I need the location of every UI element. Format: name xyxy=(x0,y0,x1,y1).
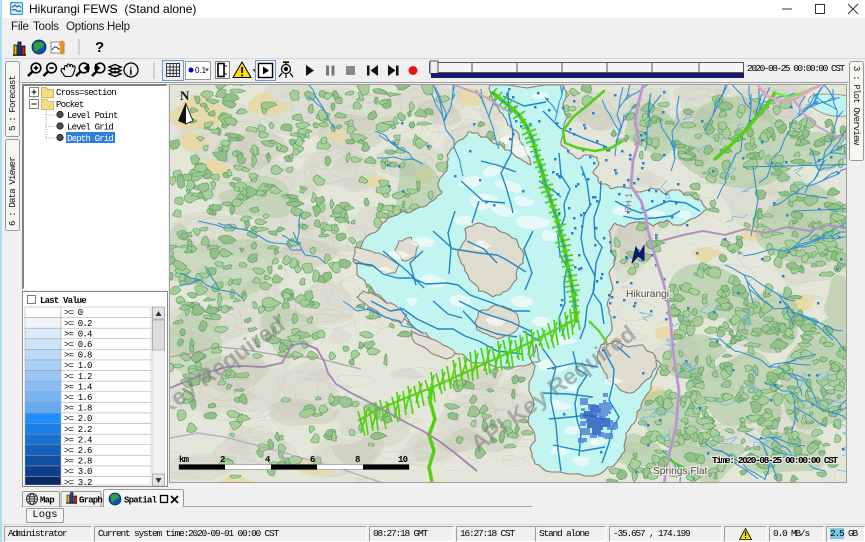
svg-text:>= 2.2: >= 2.2 xyxy=(64,425,92,435)
svg-text:>= 0.2: >= 0.2 xyxy=(64,319,92,329)
svg-text:>= 2.4: >= 2.4 xyxy=(64,435,92,445)
svg-text:>= 3.0: >= 3.0 xyxy=(64,467,92,477)
svg-text:>= 0: >= 0 xyxy=(64,308,83,318)
svg-text:>= 2.6: >= 2.6 xyxy=(64,446,92,456)
svg-text:Spatial: Spatial xyxy=(124,496,158,506)
svg-text:Level Point: Level Point xyxy=(67,111,118,121)
svg-text:Cross=section: Cross=section xyxy=(56,88,116,98)
svg-text:2020-08-25 00:00:00 CST: 2020-08-25 00:00:00 CST xyxy=(747,63,845,74)
svg-text:8: 8 xyxy=(355,455,360,465)
svg-text:km: km xyxy=(179,455,190,465)
svg-text:6 : Data Viewer: 6 : Data Viewer xyxy=(8,157,18,226)
svg-text:Level Grid: Level Grid xyxy=(67,123,113,133)
svg-text:10: 10 xyxy=(398,455,408,465)
svg-text:SH 1: SH 1 xyxy=(623,193,634,213)
svg-text:Graph: Graph xyxy=(79,496,102,506)
svg-text:>= 3.2: >= 3.2 xyxy=(64,478,92,486)
svg-text:N: N xyxy=(180,88,190,103)
svg-text:Time: 2020-08-25 00:00:00 CST: Time: 2020-08-25 00:00:00 CST xyxy=(712,455,838,466)
svg-text:0.1: 0.1 xyxy=(195,66,207,75)
svg-text:>= 2.0: >= 2.0 xyxy=(64,414,92,424)
svg-text:>= 2.8: >= 2.8 xyxy=(64,457,92,467)
svg-text:>= 1.0: >= 1.0 xyxy=(64,361,92,371)
svg-text:6: 6 xyxy=(310,455,315,465)
svg-text:Pocket: Pocket xyxy=(56,100,84,110)
svg-text:>= 1.4: >= 1.4 xyxy=(64,382,92,392)
svg-text:>= 1.2: >= 1.2 xyxy=(64,372,92,382)
svg-text:Springs Flat: Springs Flat xyxy=(653,466,708,477)
svg-text:Map: Map xyxy=(40,496,54,506)
svg-text:>= 1.8: >= 1.8 xyxy=(64,404,92,414)
svg-text:?: ? xyxy=(95,39,104,56)
svg-text:i: i xyxy=(129,66,132,78)
svg-text:>= 0.6: >= 0.6 xyxy=(64,340,92,350)
svg-text:>= 1.6: >= 1.6 xyxy=(64,393,92,403)
svg-text:Depth Grid: Depth Grid xyxy=(67,134,113,144)
svg-text:>= 0.8: >= 0.8 xyxy=(64,351,92,361)
svg-text:2: 2 xyxy=(220,455,225,465)
svg-text:Hikurangi: Hikurangi xyxy=(626,289,669,300)
svg-text:>= 0.4: >= 0.4 xyxy=(64,329,92,339)
svg-text:Last Value: Last Value xyxy=(40,296,86,306)
